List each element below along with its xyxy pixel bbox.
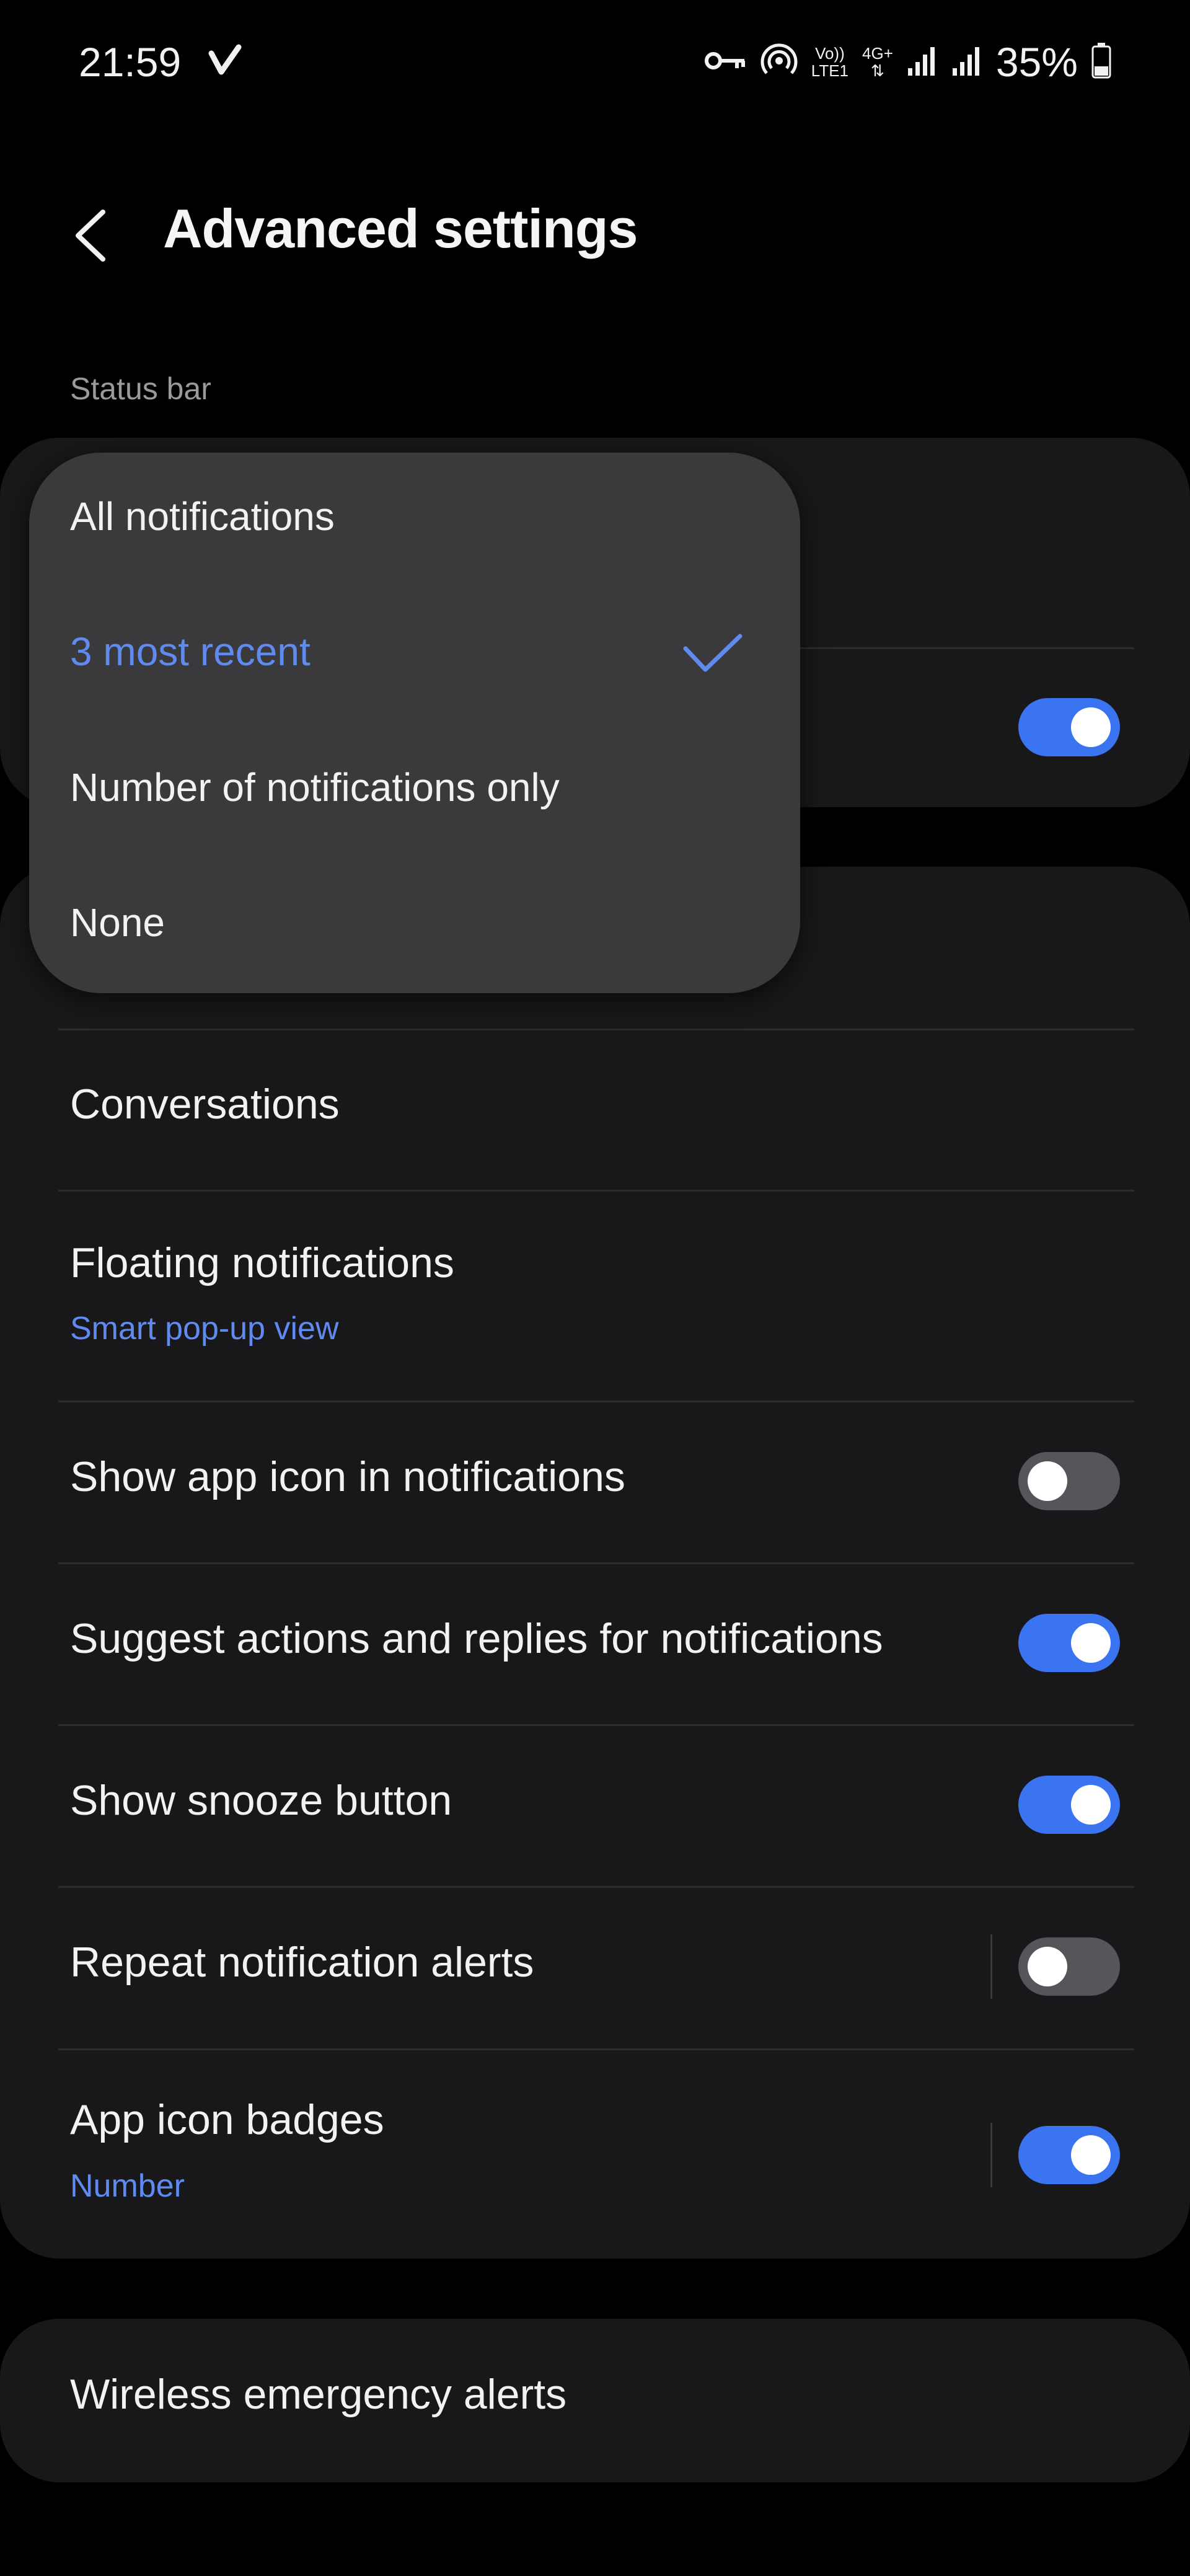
network-indicator: 4G+ ⇅ [862,45,893,79]
status-icons: Vo)) LTE1 4G+ ⇅ 35% [703,38,1111,86]
data-arrows-icon: ⇅ [871,61,884,80]
volte-top: Vo)) [815,44,845,63]
check-v-icon [208,42,242,80]
back-arrow-icon [68,210,112,269]
setting-floating-notifications-value: Smart pop-up view [70,1311,339,1347]
setting-repeat-alerts[interactable]: Repeat notification alerts [70,1938,534,1986]
setting-snooze-button[interactable]: Show snooze button [70,1776,452,1825]
divider [58,1886,1134,1888]
toggle-knob [1071,2135,1111,2175]
suggest-actions-toggle[interactable] [1018,1614,1120,1672]
toggle-knob [1028,1461,1067,1501]
divider [58,2048,1134,2050]
hotspot-icon [760,42,798,82]
setting-floating-notifications[interactable]: Floating notifications [70,1239,454,1287]
divider [58,1562,1134,1564]
section-label-status-bar: Status bar [70,371,211,406]
dropdown-option-3-most-recent[interactable]: 3 most recent [70,629,311,675]
battery-percent: 35% [995,39,1078,85]
dropdown-option-none[interactable]: None [70,900,165,945]
volte-indicator: Vo)) LTE1 [811,45,848,79]
dropdown-option-all[interactable]: All notifications [70,494,335,539]
setting-conversations[interactable]: Conversations [70,1080,340,1128]
signal-icon [951,45,982,80]
network-type: 4G+ [862,44,893,63]
toggle-knob [1028,1947,1067,1986]
divider [58,1724,1134,1726]
setting-show-app-icon[interactable]: Show app icon in notifications [70,1453,625,1501]
toggle-knob [1071,1623,1111,1663]
divider [58,1190,1134,1192]
vertical-divider [990,2123,992,2187]
show-app-icon-toggle[interactable] [1018,1452,1120,1510]
setting-suggest-actions[interactable]: Suggest actions and replies for notifica… [70,1614,883,1663]
vertical-divider [990,1934,992,1999]
volte-bottom: LTE1 [811,61,849,80]
battery-icon [1091,42,1111,82]
setting-app-icon-badges[interactable]: App icon badges [70,2096,384,2144]
back-button[interactable] [68,205,112,270]
divider [58,1401,1134,1402]
checkmark-icon [682,632,744,679]
toggle-knob [1071,1785,1111,1825]
setting-wireless-emergency-alerts[interactable]: Wireless emergency alerts [70,2370,566,2419]
divider [58,1029,1134,1030]
status-bar-toggle[interactable] [1018,698,1120,756]
signal-icon [907,45,938,80]
dropdown-option-count-only[interactable]: Number of notifications only [70,764,560,810]
key-icon [703,48,747,76]
page-title: Advanced settings [163,198,638,259]
snooze-button-toggle[interactable] [1018,1776,1120,1834]
toggle-knob [1071,707,1111,747]
app-icon-badges-toggle[interactable] [1018,2126,1120,2184]
status-time: 21:59 [79,39,182,85]
repeat-alerts-toggle[interactable] [1018,1937,1120,1996]
setting-app-icon-badges-value: Number [70,2168,185,2204]
